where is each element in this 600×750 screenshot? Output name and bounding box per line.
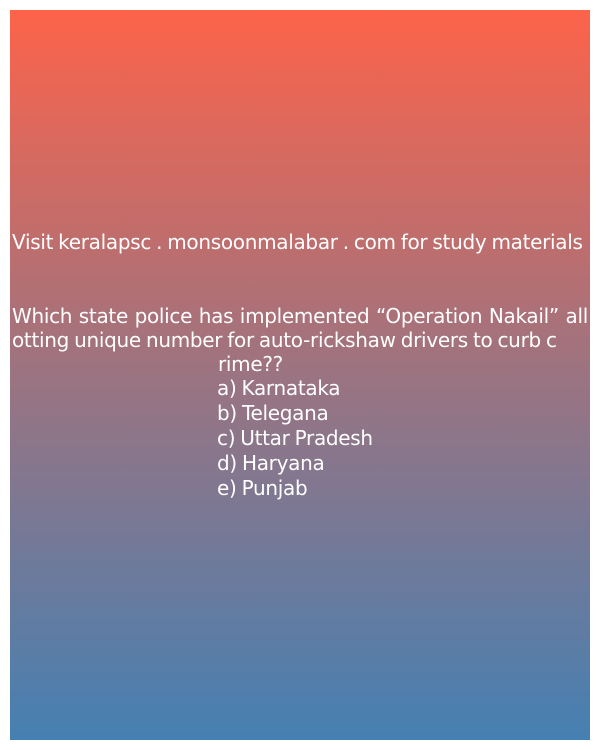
answer-options: a) Karnataka b) Telegana c) Uttar Prades… [217, 376, 373, 501]
question-text: Which state police has implemented “Oper… [12, 304, 588, 376]
quiz-card: Visit keralapsc . monsoonmalabar . com f… [10, 10, 590, 740]
promo-text: Visit keralapsc . monsoonmalabar . com f… [12, 230, 583, 254]
question-body: Which state police has implemented “Oper… [12, 304, 588, 352]
question-tail: rime?? [218, 352, 283, 376]
option-d: d) Haryana [217, 451, 325, 475]
option-e: e) Punjab [217, 476, 308, 500]
option-b: b) Telegana [217, 401, 329, 425]
option-c: c) Uttar Pradesh [217, 426, 373, 450]
option-a: a) Karnataka [217, 376, 341, 400]
